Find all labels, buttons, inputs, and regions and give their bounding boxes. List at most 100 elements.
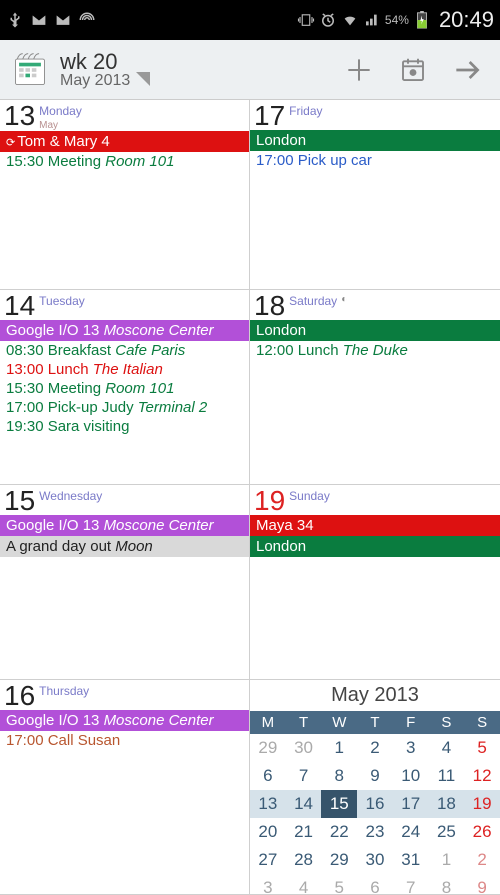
timed-event[interactable]: 08:30 Breakfast Cafe Paris: [0, 341, 249, 360]
all-day-event[interactable]: London: [250, 536, 500, 557]
mini-day[interactable]: 12: [464, 762, 500, 790]
mini-day[interactable]: 26: [464, 818, 500, 846]
weekday-head: T: [286, 711, 322, 734]
mini-day[interactable]: 19: [464, 790, 500, 818]
add-button[interactable]: [334, 45, 384, 95]
status-bar: 54% 20:49: [0, 0, 500, 40]
all-day-event[interactable]: Google I/O 13 Moscone Center: [0, 515, 249, 536]
timed-event[interactable]: 17:00 Call Susan: [0, 731, 249, 750]
mini-day[interactable]: 7: [286, 762, 322, 790]
mini-day[interactable]: 15: [321, 790, 357, 818]
all-day-event[interactable]: London: [250, 130, 500, 151]
mini-day[interactable]: 2: [464, 846, 500, 874]
mini-day[interactable]: 29: [321, 846, 357, 874]
mini-day[interactable]: 2: [357, 734, 393, 762]
mini-day[interactable]: 30: [357, 846, 393, 874]
event-location: Cafe Paris: [115, 342, 185, 359]
mini-day[interactable]: 5: [321, 874, 357, 895]
timed-event[interactable]: 15:30 Meeting Room 101: [0, 379, 249, 398]
all-day-event[interactable]: Maya 34: [250, 515, 500, 536]
today-button[interactable]: [388, 45, 438, 95]
mini-day[interactable]: 18: [429, 790, 465, 818]
mini-day[interactable]: 22: [321, 818, 357, 846]
day-name: Saturday: [289, 294, 337, 308]
mini-day[interactable]: 4: [286, 874, 322, 895]
timed-event[interactable]: 19:30 Sara visiting: [0, 417, 249, 436]
all-day-event[interactable]: Google I/O 13 Moscone Center: [0, 320, 249, 341]
mini-day[interactable]: 30: [286, 734, 322, 762]
mini-day[interactable]: 1: [321, 734, 357, 762]
event-location: The Italian: [93, 361, 163, 378]
day-cell[interactable]: 18Saturday◐London12:00 Lunch The Duke: [250, 290, 500, 485]
app-icon[interactable]: [8, 48, 52, 92]
event-location: Moscone Center: [104, 712, 214, 729]
day-name: Monday: [39, 104, 82, 118]
mini-day[interactable]: 25: [429, 818, 465, 846]
day-number: 17: [254, 102, 285, 130]
mini-day[interactable]: 16: [357, 790, 393, 818]
mini-day[interactable]: 7: [393, 874, 429, 895]
day-name: Tuesday: [39, 294, 85, 308]
mini-day[interactable]: 6: [357, 874, 393, 895]
weekday-head: M: [250, 711, 286, 734]
mini-day[interactable]: 8: [321, 762, 357, 790]
timed-event[interactable]: 17:00 Pick up car: [250, 151, 500, 170]
all-day-event[interactable]: London: [250, 320, 500, 341]
mini-day[interactable]: 20: [250, 818, 286, 846]
timed-event[interactable]: 12:00 Lunch The Duke: [250, 341, 500, 360]
event-location: Room 101: [105, 153, 174, 170]
weekday-head: S: [464, 711, 500, 734]
dropdown-icon[interactable]: [136, 72, 150, 91]
day-number: 16: [4, 682, 35, 710]
day-cell[interactable]: 14TuesdayGoogle I/O 13 Moscone Center08:…: [0, 290, 250, 485]
mini-day[interactable]: 13: [250, 790, 286, 818]
mini-day[interactable]: 29: [250, 734, 286, 762]
mini-day[interactable]: 14: [286, 790, 322, 818]
mini-day[interactable]: 9: [464, 874, 500, 895]
mini-day[interactable]: 5: [464, 734, 500, 762]
day-number: 18: [254, 292, 285, 320]
mini-month-title: May 2013: [250, 680, 500, 711]
mini-day[interactable]: 1: [429, 846, 465, 874]
mini-day[interactable]: 23: [357, 818, 393, 846]
day-cell[interactable]: 19SundayMaya 34London: [250, 485, 500, 680]
day-cell[interactable]: 16ThursdayGoogle I/O 13 Moscone Center17…: [0, 680, 250, 895]
timed-event[interactable]: 13:00 Lunch The Italian: [0, 360, 249, 379]
vibrate-icon: [297, 11, 315, 29]
week-label: wk 20: [60, 51, 130, 73]
event-location: Room 101: [105, 380, 174, 397]
signal-icon: [363, 11, 381, 29]
mini-day[interactable]: 24: [393, 818, 429, 846]
mini-month-header: MTWTFSS: [250, 711, 500, 734]
mini-day[interactable]: 3: [393, 734, 429, 762]
mini-day[interactable]: 11: [429, 762, 465, 790]
all-day-event[interactable]: Google I/O 13 Moscone Center: [0, 710, 249, 731]
mini-day[interactable]: 4: [429, 734, 465, 762]
all-day-event[interactable]: A grand day out Moon: [0, 536, 249, 557]
mini-month[interactable]: May 2013MTWTFSS2930123456789101112131415…: [250, 680, 500, 895]
day-cell[interactable]: 17 Friday London17:00 Pick up car: [250, 100, 500, 290]
date-selector[interactable]: wk 20 May 2013: [60, 51, 130, 89]
all-day-event[interactable]: ⟳Tom & Mary 4: [0, 131, 249, 152]
day-cell[interactable]: 13MondayMay⟳Tom & Mary 415:30 Meeting Ro…: [0, 100, 250, 290]
next-button[interactable]: [442, 45, 492, 95]
day-name: Friday: [289, 104, 322, 118]
mini-day[interactable]: 17: [393, 790, 429, 818]
mini-day[interactable]: 21: [286, 818, 322, 846]
mini-day[interactable]: 8: [429, 874, 465, 895]
mini-day[interactable]: 9: [357, 762, 393, 790]
timed-event[interactable]: 17:00 Pick-up Judy Terminal 2: [0, 398, 249, 417]
mini-day[interactable]: 28: [286, 846, 322, 874]
mini-day[interactable]: 27: [250, 846, 286, 874]
event-location: Terminal 2: [138, 399, 207, 416]
mini-day[interactable]: 3: [250, 874, 286, 895]
day-cell[interactable]: 15WednesdayGoogle I/O 13 Moscone CenterA…: [0, 485, 250, 680]
month-label: May 2013: [60, 73, 130, 89]
mini-day[interactable]: 10: [393, 762, 429, 790]
battery-percent: 54%: [385, 13, 409, 27]
mini-day[interactable]: 31: [393, 846, 429, 874]
day-number: 13: [4, 102, 35, 130]
mini-month-body: 2930123456789101112131415161718192021222…: [250, 734, 500, 895]
timed-event[interactable]: 15:30 Meeting Room 101: [0, 152, 249, 171]
mini-day[interactable]: 6: [250, 762, 286, 790]
